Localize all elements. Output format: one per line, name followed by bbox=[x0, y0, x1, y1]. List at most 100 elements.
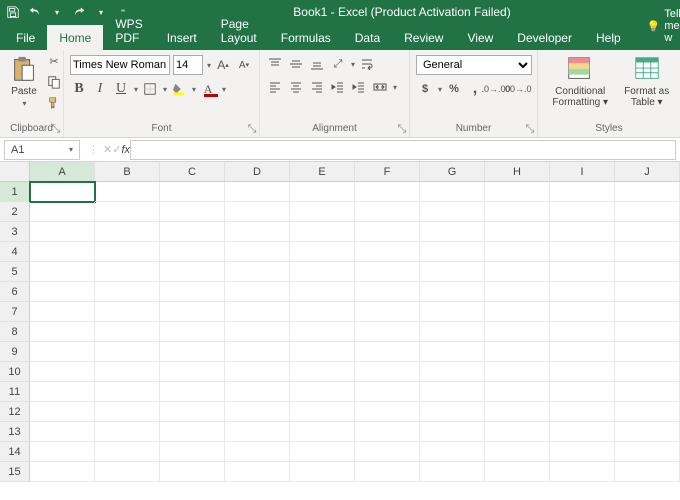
tab-review[interactable]: Review bbox=[392, 25, 455, 50]
increase-indent-icon[interactable] bbox=[350, 78, 368, 96]
cell[interactable] bbox=[225, 302, 290, 322]
column-header[interactable]: G bbox=[420, 162, 485, 182]
underline-button[interactable]: U bbox=[112, 80, 130, 98]
cell[interactable] bbox=[615, 182, 680, 202]
cell[interactable] bbox=[95, 402, 160, 422]
cell[interactable] bbox=[485, 242, 550, 262]
align-top-icon[interactable] bbox=[266, 55, 284, 73]
cell[interactable] bbox=[290, 362, 355, 382]
column-header[interactable]: J bbox=[615, 162, 680, 182]
cell[interactable] bbox=[225, 282, 290, 302]
cell[interactable] bbox=[290, 422, 355, 442]
name-box[interactable]: A1▾ bbox=[4, 140, 80, 160]
borders-icon[interactable] bbox=[141, 80, 159, 98]
cell[interactable] bbox=[30, 442, 95, 462]
chevron-down-icon[interactable]: ▾ bbox=[207, 61, 211, 70]
column-header[interactable]: H bbox=[485, 162, 550, 182]
wrap-text-icon[interactable] bbox=[358, 55, 376, 73]
cell[interactable] bbox=[160, 402, 225, 422]
fx-icon[interactable]: fx bbox=[121, 144, 130, 156]
cell[interactable] bbox=[550, 442, 615, 462]
cell[interactable] bbox=[550, 402, 615, 422]
cell[interactable] bbox=[290, 182, 355, 202]
cell[interactable] bbox=[615, 362, 680, 382]
number-format-combo[interactable]: General bbox=[416, 55, 532, 75]
cell[interactable] bbox=[290, 202, 355, 222]
cell[interactable] bbox=[485, 442, 550, 462]
cell[interactable] bbox=[290, 222, 355, 242]
cell[interactable] bbox=[420, 422, 485, 442]
cell[interactable] bbox=[225, 202, 290, 222]
cell[interactable] bbox=[290, 322, 355, 342]
format-as-table-button[interactable]: Format as Table ▾ bbox=[619, 52, 674, 110]
copy-icon[interactable] bbox=[45, 73, 63, 91]
percent-format-icon[interactable]: % bbox=[445, 80, 463, 98]
cell[interactable] bbox=[550, 262, 615, 282]
cell[interactable] bbox=[30, 402, 95, 422]
cell[interactable] bbox=[225, 262, 290, 282]
cell[interactable] bbox=[225, 242, 290, 262]
cell[interactable] bbox=[355, 262, 420, 282]
save-icon[interactable] bbox=[6, 5, 20, 19]
row-header[interactable]: 3 bbox=[0, 222, 30, 242]
column-header[interactable]: D bbox=[225, 162, 290, 182]
dialog-launcher-icon[interactable]: ⤡ bbox=[525, 124, 535, 134]
cell[interactable] bbox=[615, 402, 680, 422]
cell[interactable] bbox=[615, 222, 680, 242]
cell[interactable] bbox=[290, 442, 355, 462]
cell[interactable] bbox=[355, 222, 420, 242]
cell[interactable] bbox=[550, 222, 615, 242]
column-header[interactable]: A bbox=[30, 162, 95, 182]
tab-page-layout[interactable]: Page Layout bbox=[209, 11, 269, 50]
cell[interactable] bbox=[485, 322, 550, 342]
cell[interactable] bbox=[485, 202, 550, 222]
cell[interactable] bbox=[225, 462, 290, 482]
chevron-down-icon[interactable]: ▾ bbox=[438, 85, 442, 94]
cell[interactable] bbox=[615, 302, 680, 322]
cell[interactable] bbox=[30, 262, 95, 282]
align-left-icon[interactable] bbox=[266, 78, 284, 96]
align-center-icon[interactable] bbox=[287, 78, 305, 96]
decrease-indent-icon[interactable] bbox=[329, 78, 347, 96]
cell[interactable] bbox=[355, 462, 420, 482]
cell[interactable] bbox=[95, 442, 160, 462]
cell[interactable] bbox=[420, 362, 485, 382]
cell[interactable] bbox=[290, 302, 355, 322]
cell[interactable] bbox=[550, 382, 615, 402]
cell[interactable] bbox=[225, 362, 290, 382]
cell[interactable] bbox=[615, 202, 680, 222]
cell[interactable] bbox=[290, 282, 355, 302]
dialog-launcher-icon[interactable]: ⤡ bbox=[51, 124, 61, 134]
undo-icon[interactable] bbox=[28, 5, 42, 19]
row-header[interactable]: 14 bbox=[0, 442, 30, 462]
chevron-down-icon[interactable]: ▾ bbox=[69, 145, 73, 154]
chevron-down-icon[interactable]: ▾ bbox=[393, 83, 397, 92]
cell[interactable] bbox=[160, 342, 225, 362]
tab-developer[interactable]: Developer bbox=[505, 25, 584, 50]
cell[interactable] bbox=[615, 242, 680, 262]
cell[interactable] bbox=[615, 422, 680, 442]
row-header[interactable]: 11 bbox=[0, 382, 30, 402]
row-header[interactable]: 10 bbox=[0, 362, 30, 382]
select-all-corner[interactable] bbox=[0, 162, 30, 182]
row-header[interactable]: 6 bbox=[0, 282, 30, 302]
cell[interactable] bbox=[615, 342, 680, 362]
row-header[interactable]: 2 bbox=[0, 202, 30, 222]
cell[interactable] bbox=[550, 242, 615, 262]
paste-button[interactable]: Paste ▾ bbox=[6, 52, 42, 110]
cell[interactable] bbox=[30, 462, 95, 482]
cell[interactable] bbox=[355, 242, 420, 262]
column-header[interactable]: B bbox=[95, 162, 160, 182]
conditional-formatting-button[interactable]: Conditional Formatting ▾ bbox=[544, 52, 616, 110]
cell[interactable] bbox=[225, 402, 290, 422]
row-header[interactable]: 1 bbox=[0, 182, 30, 202]
cell[interactable] bbox=[160, 182, 225, 202]
cell[interactable] bbox=[30, 182, 95, 202]
qat-customize-icon[interactable]: ⁼ bbox=[116, 5, 130, 19]
cell[interactable] bbox=[225, 322, 290, 342]
cell[interactable] bbox=[95, 302, 160, 322]
cell[interactable] bbox=[160, 462, 225, 482]
tab-home[interactable]: Home bbox=[47, 25, 103, 50]
cell[interactable] bbox=[355, 422, 420, 442]
cell[interactable] bbox=[355, 302, 420, 322]
